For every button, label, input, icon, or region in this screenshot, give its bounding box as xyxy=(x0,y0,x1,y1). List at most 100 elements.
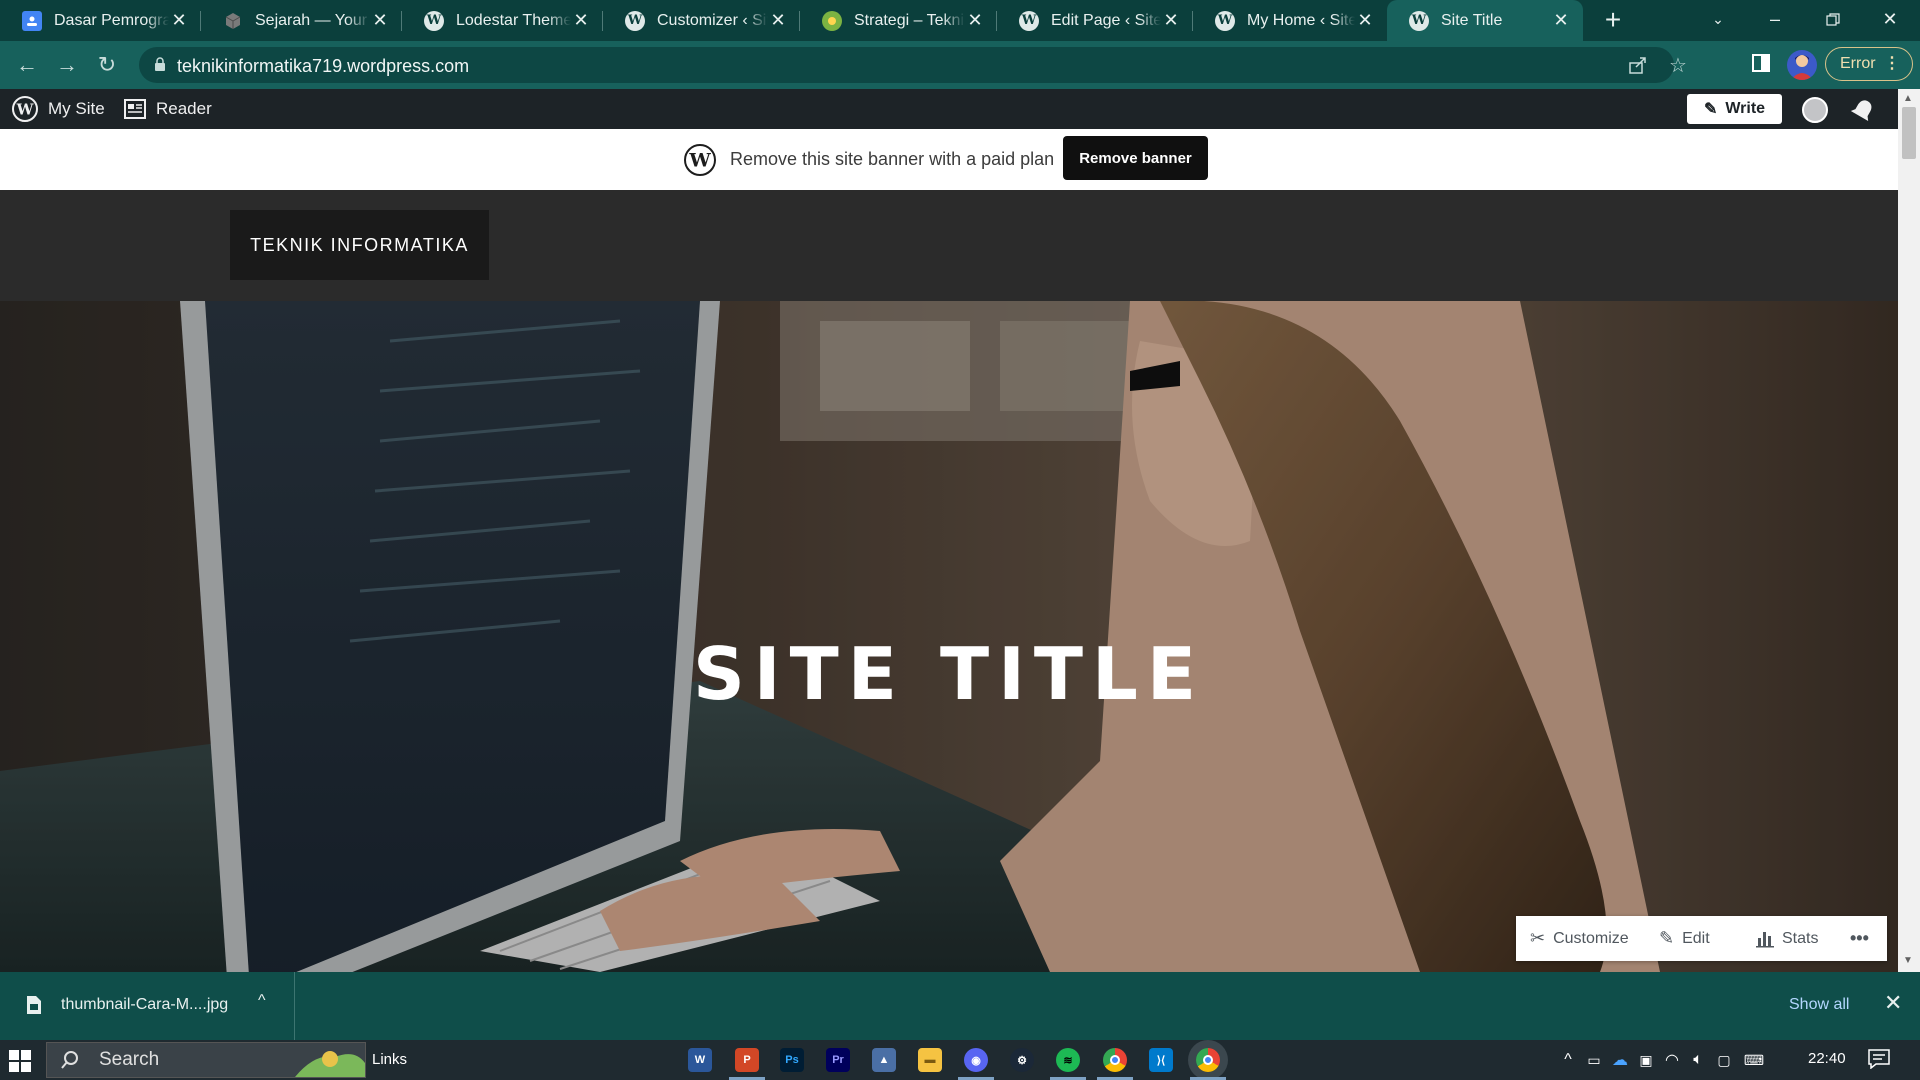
profile-avatar[interactable] xyxy=(1787,50,1817,80)
page-scrollbar[interactable]: ▲ ▼ xyxy=(1898,89,1920,972)
classroom-icon xyxy=(22,10,42,31)
tab-sejarah[interactable]: Sejarah — Your Site ✕ xyxy=(201,0,402,41)
chevron-up-icon[interactable]: ^ xyxy=(1555,1051,1581,1069)
address-bar[interactable]: teknikinformatika719.wordpress.com ☆ xyxy=(139,47,1687,83)
edit-button[interactable]: ✎ Edit xyxy=(1659,916,1710,961)
photoshop-icon[interactable]: Ps xyxy=(780,1048,804,1072)
close-window-button[interactable]: ✕ xyxy=(1860,0,1920,41)
restore-button[interactable] xyxy=(1803,0,1863,41)
search-icon xyxy=(61,1051,78,1069)
close-tab-icon[interactable]: ✕ xyxy=(370,10,390,31)
pen-icon: ✎ xyxy=(1703,101,1718,118)
file-explorer-icon[interactable]: ▬ xyxy=(918,1048,942,1072)
volume-icon[interactable]: 🔈︎ xyxy=(1685,1051,1711,1069)
new-tab-button[interactable]: + xyxy=(1597,4,1629,36)
download-item[interactable]: thumbnail-Cara-M....jpg ^ xyxy=(0,972,295,1040)
bar-chart-icon xyxy=(1756,931,1774,947)
stats-label: Stats xyxy=(1782,929,1819,947)
keyboard-icon[interactable]: ⌨ xyxy=(1737,1052,1771,1069)
wordpress-icon: W xyxy=(684,144,716,176)
tab-strategi[interactable]: Strategi – Teknik I ✕ xyxy=(800,0,997,41)
steam-icon[interactable]: ⚙ xyxy=(1010,1048,1034,1072)
site-header: TEKNIK INFORMATIKA xyxy=(0,190,1898,301)
show-all-downloads-link[interactable]: Show all xyxy=(1789,996,1849,1014)
powerpoint-icon[interactable]: P xyxy=(729,1048,765,1080)
tab-search-icon[interactable]: ⌄ xyxy=(1688,0,1748,41)
my-site-link[interactable]: W My Site xyxy=(12,89,105,129)
close-tab-icon[interactable]: ✕ xyxy=(571,10,591,31)
chrome-icon[interactable] xyxy=(1190,1048,1226,1080)
tab-my-home[interactable]: W My Home ‹ Site T ✕ xyxy=(1193,0,1387,41)
tab-customizer[interactable]: W Customizer ‹ Site ✕ xyxy=(603,0,800,41)
windows-start-icon[interactable] xyxy=(9,1050,31,1072)
vscode-icon[interactable]: ⟩⟨ xyxy=(1149,1048,1173,1072)
page-viewport: W My Site Reader ✎ Write W Remove this s… xyxy=(0,89,1920,972)
reader-label: Reader xyxy=(156,99,212,118)
more-options-icon[interactable]: ••• xyxy=(1850,916,1869,961)
links-toolbar-label[interactable]: Links xyxy=(372,1051,407,1068)
notifications-bell-icon[interactable] xyxy=(1850,97,1876,123)
url-text[interactable]: teknikinformatika719.wordpress.com xyxy=(177,56,469,77)
user-avatar[interactable] xyxy=(1802,97,1828,123)
scroll-thumb[interactable] xyxy=(1902,107,1916,159)
lock-icon[interactable] xyxy=(155,57,165,71)
meet-now-icon[interactable]: ▢ xyxy=(1711,1052,1737,1069)
chrome-icon[interactable] xyxy=(1097,1048,1133,1080)
menu-icon: ⋮ xyxy=(1884,55,1900,72)
close-tab-icon[interactable]: ✕ xyxy=(1161,10,1181,31)
discord-icon[interactable]: ◉ xyxy=(958,1048,994,1080)
scroll-up-icon[interactable]: ▲ xyxy=(1903,93,1913,104)
reload-button[interactable]: ↻ xyxy=(91,49,123,81)
onedrive-icon[interactable]: ☁ xyxy=(1607,1050,1633,1070)
stats-button[interactable]: Stats xyxy=(1756,916,1818,961)
write-label: Write xyxy=(1725,100,1766,117)
tab-dasar-pemrograman[interactable]: Dasar Pemrograman ✕ xyxy=(0,0,201,41)
close-tab-icon[interactable]: ✕ xyxy=(965,10,985,31)
word-icon[interactable]: W xyxy=(688,1048,712,1072)
taskbar-search-box[interactable]: Search xyxy=(46,1042,366,1078)
share-icon[interactable] xyxy=(1627,55,1649,77)
photos-icon[interactable]: ▲ xyxy=(872,1048,896,1072)
write-button[interactable]: ✎ Write xyxy=(1687,94,1782,124)
action-center-icon[interactable] xyxy=(1868,1049,1890,1069)
spotify-icon[interactable]: ≋ xyxy=(1050,1048,1086,1080)
site-brand[interactable]: TEKNIK INFORMATIKA xyxy=(230,210,489,280)
wifi-icon[interactable]: ◠ xyxy=(1659,1050,1685,1070)
close-download-shelf-icon[interactable]: ✕ xyxy=(1884,990,1902,1016)
forward-button[interactable]: → xyxy=(51,49,83,81)
wordpress-icon: W xyxy=(1215,10,1235,31)
cube-icon xyxy=(223,11,243,31)
customize-label: Customize xyxy=(1553,929,1629,947)
back-button[interactable]: ← xyxy=(11,49,43,81)
close-tab-icon[interactable]: ✕ xyxy=(1355,10,1375,31)
display-icon[interactable]: ▣ xyxy=(1633,1052,1659,1069)
reader-icon xyxy=(124,99,146,119)
error-button[interactable]: Error ⋮ xyxy=(1825,47,1913,81)
close-tab-icon[interactable]: ✕ xyxy=(768,10,788,31)
chevron-up-icon[interactable]: ^ xyxy=(258,992,266,1010)
my-site-label: My Site xyxy=(48,99,105,118)
close-tab-icon[interactable]: ✕ xyxy=(169,10,189,31)
tab-title: My Home ‹ Site T xyxy=(1247,11,1355,29)
search-placeholder: Search xyxy=(99,1049,160,1070)
bookmark-star-icon[interactable]: ☆ xyxy=(1667,55,1689,77)
wordpress-icon: W xyxy=(12,96,38,122)
wp-admin-bar: W My Site Reader ✎ Write xyxy=(0,89,1898,129)
side-panel-icon[interactable] xyxy=(1749,53,1773,77)
customize-button[interactable]: ✂ Customize xyxy=(1530,916,1629,961)
tab-edit-page[interactable]: W Edit Page ‹ Site Ti ✕ xyxy=(997,0,1193,41)
battery-icon[interactable]: ▭ xyxy=(1581,1052,1607,1069)
tab-title: Lodestar Theme xyxy=(456,11,571,29)
scroll-down-icon[interactable]: ▼ xyxy=(1903,955,1913,966)
site-favicon-icon xyxy=(822,10,842,31)
reader-link[interactable]: Reader xyxy=(124,89,212,129)
remove-banner-button[interactable]: Remove banner xyxy=(1063,136,1208,180)
site-banner: W Remove this site banner with a paid pl… xyxy=(0,129,1898,190)
close-tab-icon[interactable]: ✕ xyxy=(1551,10,1571,31)
tab-lodestar-theme[interactable]: W Lodestar Theme ✕ xyxy=(402,0,603,41)
minimize-button[interactable]: – xyxy=(1745,0,1805,41)
tab-strip: Dasar Pemrograman ✕ Sejarah — Your Site … xyxy=(0,0,1920,41)
premiere-icon[interactable]: Pr xyxy=(826,1048,850,1072)
tab-site-title[interactable]: W Site Title ✕ xyxy=(1387,0,1583,41)
taskbar-clock[interactable]: 22:40 xyxy=(1808,1050,1846,1067)
